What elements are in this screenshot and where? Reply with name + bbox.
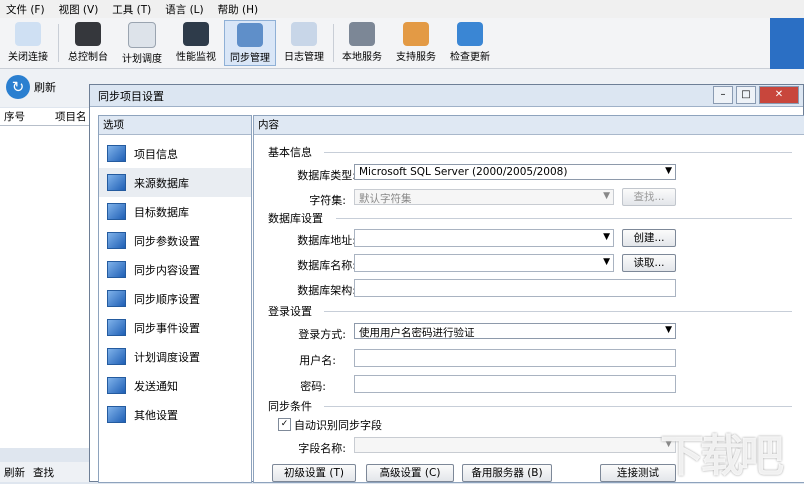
login-mode-label: 登录方式: [298, 328, 346, 341]
option-sync-order[interactable]: 同步顺序设置 [99, 284, 251, 313]
option-sync-params[interactable]: 同步参数设置 [99, 226, 251, 255]
basic-settings-button[interactable]: 初级设置 (T) [272, 464, 356, 482]
option-icon [107, 145, 126, 162]
db-address-input[interactable]: ▼ [354, 229, 614, 247]
log-button[interactable]: 日志管理 [278, 20, 330, 66]
db-schema-input[interactable] [354, 279, 676, 297]
options-panel: 选项 项目信息 来源数据库 目标数据库 同步参数设置 同步内容设置 同步顺序设置… [98, 115, 252, 483]
db-address-label: 数据库地址: [297, 234, 356, 247]
password-input[interactable] [354, 375, 676, 393]
option-icon [107, 348, 126, 365]
db-name-input[interactable]: ▼ [354, 254, 614, 272]
dropdown-arrow-icon: ▼ [665, 325, 672, 335]
option-source-db[interactable]: 来源数据库 [99, 168, 251, 197]
option-project-info[interactable]: 项目信息 [99, 139, 251, 168]
local-service-button[interactable]: 本地服务 [336, 20, 388, 66]
watermark: 下载吧 [660, 431, 784, 482]
option-target-db[interactable]: 目标数据库 [99, 197, 251, 226]
dropdown-arrow-icon: ▼ [665, 166, 672, 176]
section-basic: 基本信息 [268, 146, 312, 159]
menu-help[interactable]: 帮助 (H) [212, 0, 266, 18]
menu-view[interactable]: 视图 (V) [53, 0, 107, 18]
field-name-select[interactable]: ▼ [354, 437, 676, 453]
option-sync-content[interactable]: 同步内容设置 [99, 255, 251, 284]
col-index[interactable]: 序号 [0, 108, 29, 125]
update-button[interactable]: 检查更新 [444, 20, 496, 66]
col-name[interactable]: 项目名 [51, 108, 91, 125]
option-notify[interactable]: 发送通知 [99, 371, 251, 400]
db-name-label: 数据库名称: [297, 259, 356, 272]
option-icon [107, 174, 126, 191]
find-button[interactable]: 查找... [622, 188, 676, 206]
option-schedule[interactable]: 计划调度设置 [99, 342, 251, 371]
dropdown-arrow-icon: ▼ [603, 232, 610, 242]
dropdown-arrow-icon: ▼ [603, 191, 610, 201]
monitor-button[interactable]: 性能监视 [170, 20, 222, 66]
option-sync-events[interactable]: 同步事件设置 [99, 313, 251, 342]
db-schema-label: 数据库架构: [297, 284, 356, 297]
section-sync: 同步条件 [268, 400, 312, 413]
bottom-refresh[interactable]: 刷新 [4, 465, 25, 480]
username-input[interactable] [354, 349, 676, 367]
monitor-icon [183, 22, 209, 46]
create-button[interactable]: 创建... [622, 229, 676, 247]
charset-select[interactable]: 默认字符集 ▼ [354, 189, 614, 205]
support-icon [403, 22, 429, 46]
close-button[interactable]: ✕ [759, 86, 799, 104]
disconnect-icon [15, 22, 41, 46]
field-name-label: 字段名称: [298, 442, 346, 455]
db-type-label: 数据库类型: [297, 169, 356, 182]
auto-detect-label: 自动识别同步字段 [294, 419, 382, 432]
options-header: 选项 [99, 116, 251, 135]
sync-manage-icon [237, 23, 263, 47]
minimize-button[interactable]: – [713, 86, 733, 104]
console-icon [75, 22, 101, 46]
refresh-button[interactable]: ↻ 刷新 [6, 75, 56, 99]
project-list: 序号 项目名 [0, 108, 93, 448]
dropdown-arrow-icon: ▼ [603, 257, 610, 267]
read-button[interactable]: 读取... [622, 254, 676, 272]
option-icon [107, 261, 126, 278]
local-service-icon [349, 22, 375, 46]
bottom-search[interactable]: 查找 [33, 465, 54, 480]
schedule-button[interactable]: 计划调度 [116, 20, 168, 66]
option-icon [107, 290, 126, 307]
password-label: 密码: [300, 380, 326, 393]
option-icon [107, 406, 126, 423]
sync-manage-button[interactable]: 同步管理 [224, 20, 276, 66]
content-header: 内容 [254, 116, 804, 135]
section-login: 登录设置 [268, 305, 312, 318]
bottom-bar: 刷新 查找 [0, 462, 96, 482]
list-header: 序号 项目名 [0, 108, 92, 126]
db-type-select[interactable]: Microsoft SQL Server (2000/2005/2008) ▼ [354, 164, 676, 180]
log-icon [291, 22, 317, 46]
menu-bar: 文件 (F) 视图 (V) 工具 (T) 语言 (L) 帮助 (H) [0, 0, 804, 18]
refresh-icon: ↻ [6, 75, 30, 99]
disconnect-button[interactable]: 关闭连接 [2, 20, 54, 66]
menu-language[interactable]: 语言 (L) [159, 0, 211, 18]
username-label: 用户名: [299, 354, 336, 367]
option-icon [107, 232, 126, 249]
option-icon [107, 377, 126, 394]
login-mode-select[interactable]: 使用用户名密码进行验证 ▼ [354, 323, 676, 339]
auto-detect-checkbox[interactable]: ✓ [278, 418, 291, 431]
dialog-title: 同步项目设置 [90, 85, 803, 107]
schedule-icon [128, 22, 156, 48]
update-icon [457, 22, 483, 46]
backup-server-button[interactable]: 备用服务器 (B) [462, 464, 552, 482]
main-toolbar: 关闭连接 总控制台 计划调度 性能监视 同步管理 日志管理 本地服务 支持服务 … [0, 18, 804, 86]
charset-label: 字符集: [309, 194, 346, 207]
section-db: 数据库设置 [268, 212, 323, 225]
option-icon [107, 203, 126, 220]
support-button[interactable]: 支持服务 [390, 20, 442, 66]
option-icon [107, 319, 126, 336]
menu-tools[interactable]: 工具 (T) [106, 0, 159, 18]
maximize-button[interactable]: □ [736, 86, 756, 104]
advanced-settings-button[interactable]: 高级设置 (C) [366, 464, 454, 482]
console-button[interactable]: 总控制台 [62, 20, 114, 66]
menu-file[interactable]: 文件 (F) [0, 0, 53, 18]
option-other[interactable]: 其他设置 [99, 400, 251, 429]
